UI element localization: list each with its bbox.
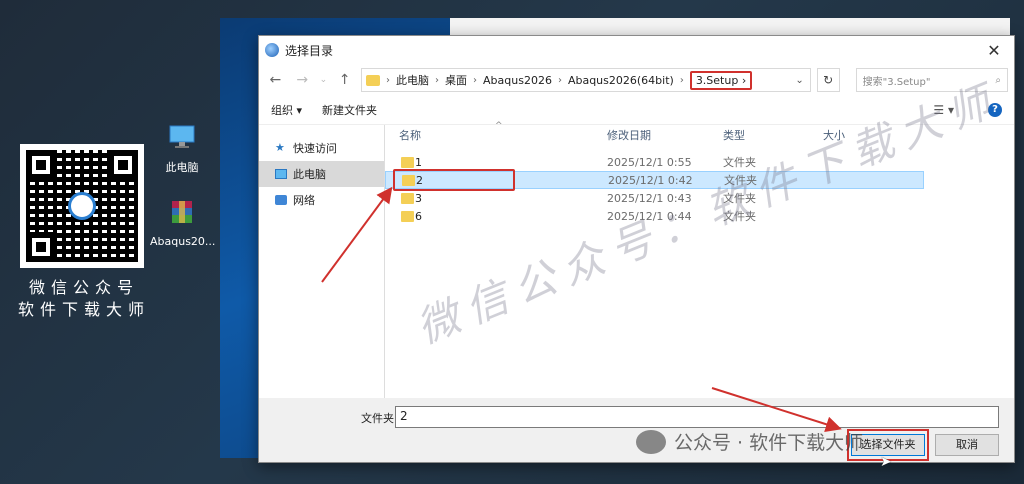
column-header-date[interactable]: 修改日期: [607, 127, 651, 143]
qr-caption-line1: 微信公众号: [28, 278, 139, 297]
column-header-type[interactable]: 类型: [723, 127, 745, 143]
nav-item-label: 网络: [293, 194, 315, 207]
nav-item-label: 此电脑: [293, 168, 326, 181]
chevron-right-icon: ›: [741, 73, 747, 87]
wechat-watermark: 公众号 · 软件下载大师: [636, 428, 863, 455]
row-date: 2025/12/1 0:55: [607, 155, 692, 169]
sort-caret-icon: ^: [495, 121, 503, 131]
close-icon: ✕: [987, 40, 1001, 60]
nav-item-this-pc[interactable]: 此电脑: [259, 161, 384, 187]
forward-button[interactable]: →: [292, 72, 313, 88]
mouse-cursor-icon: ➤: [880, 454, 892, 470]
selected-row-highlight: [393, 169, 515, 191]
folder-icon: [401, 192, 414, 204]
arrow-left-icon: ←: [269, 72, 282, 88]
chevron-right-icon: ›: [435, 74, 440, 86]
nav-item-quick-access[interactable]: ★ 快速访问: [259, 135, 384, 161]
cancel-button[interactable]: 取消: [935, 434, 999, 456]
organize-button[interactable]: 组织 ▾: [271, 102, 302, 118]
address-bar[interactable]: › 此电脑 › 桌面 › Abaqus2026 › Abaqus2026(64b…: [361, 68, 811, 92]
search-placeholder: 搜索"3.Setup": [862, 76, 931, 88]
new-folder-button[interactable]: 新建文件夹: [322, 102, 377, 118]
address-dropdown-icon[interactable]: ⌄: [795, 75, 803, 86]
network-icon: [275, 195, 287, 205]
winrar-icon: [150, 198, 214, 231]
row-name: 6: [415, 209, 422, 223]
refresh-button[interactable]: ↻: [816, 68, 840, 92]
wechat-watermark-text: 公众号 · 软件下载大师: [674, 432, 864, 454]
breadcrumb-current-label: 3.Setup: [695, 73, 739, 87]
folder-icon: [401, 210, 414, 222]
row-name: 1: [415, 155, 422, 169]
qr-finder: [26, 150, 56, 180]
chevron-right-icon: ›: [386, 74, 391, 86]
chevron-right-icon: ›: [473, 74, 478, 86]
chevron-right-icon: ›: [557, 74, 562, 86]
desktop-icon-label: Abaqus20...: [150, 235, 216, 248]
breadcrumb-this-pc[interactable]: 此电脑: [396, 72, 429, 88]
column-header-name[interactable]: 名称: [399, 127, 421, 143]
folder-field[interactable]: 2: [395, 406, 999, 428]
navigation-bar: ← → ⌄ ↑ › 此电脑 › 桌面 › Abaqus2026 › Abaqus…: [259, 64, 1014, 96]
wechat-icon: [636, 429, 666, 454]
qr-finder: [26, 232, 56, 262]
folder-field-label: 文件夹:: [361, 412, 398, 425]
nav-item-label: 快速访问: [293, 142, 337, 155]
recent-locations-button[interactable]: ⌄: [319, 75, 328, 85]
qr-code: [20, 144, 144, 268]
computer-icon: [150, 122, 214, 155]
row-date: 2025/12/1 0:42: [608, 173, 693, 187]
breadcrumb-3-setup[interactable]: 3.Setup ›: [689, 70, 753, 90]
title-bar: 选择目录 ✕: [259, 36, 1014, 64]
up-button[interactable]: ↑: [334, 72, 355, 88]
row-name: 3: [415, 191, 422, 205]
refresh-icon: ↻: [823, 73, 834, 87]
arrow-right-icon: →: [296, 72, 309, 88]
qr-caption-line2: 软件下载大师: [17, 300, 150, 319]
desktop-icon-abaqus[interactable]: Abaqus20...: [150, 198, 216, 248]
desktop-icon-label: 此电脑: [165, 161, 199, 174]
file-list: ^ 名称 修改日期 类型 大小 1 2025/12/1 0:55 文件夹 2 2…: [385, 121, 1014, 398]
back-button[interactable]: ←: [265, 72, 286, 88]
chevron-down-icon: ⌄: [319, 75, 328, 85]
computer-icon: [275, 169, 287, 179]
dialog-title: 选择目录: [285, 43, 334, 58]
qr-pattern: [26, 150, 138, 262]
qr-finder: [108, 150, 138, 180]
qr-logo-icon: [68, 192, 96, 220]
breadcrumb-abaqus2026[interactable]: Abaqus2026: [483, 74, 552, 87]
navigation-pane: ★ 快速访问 此电脑 网络: [259, 125, 385, 398]
arrow-up-icon: ↑: [338, 72, 351, 88]
folder-icon: [401, 156, 414, 168]
folder-icon: [366, 74, 381, 86]
breadcrumb-desktop[interactable]: 桌面: [445, 72, 467, 88]
nav-item-network[interactable]: 网络: [259, 187, 384, 213]
close-button[interactable]: ✕: [974, 36, 1014, 64]
chevron-right-icon: ›: [679, 74, 684, 86]
app-globe-icon: [265, 43, 279, 57]
star-icon: ★: [275, 141, 285, 154]
desktop-icon-this-pc[interactable]: 此电脑: [150, 122, 214, 175]
breadcrumb-abaqus2026-64bit[interactable]: Abaqus2026(64bit): [568, 74, 674, 87]
search-icon: ⌕: [995, 74, 1001, 86]
